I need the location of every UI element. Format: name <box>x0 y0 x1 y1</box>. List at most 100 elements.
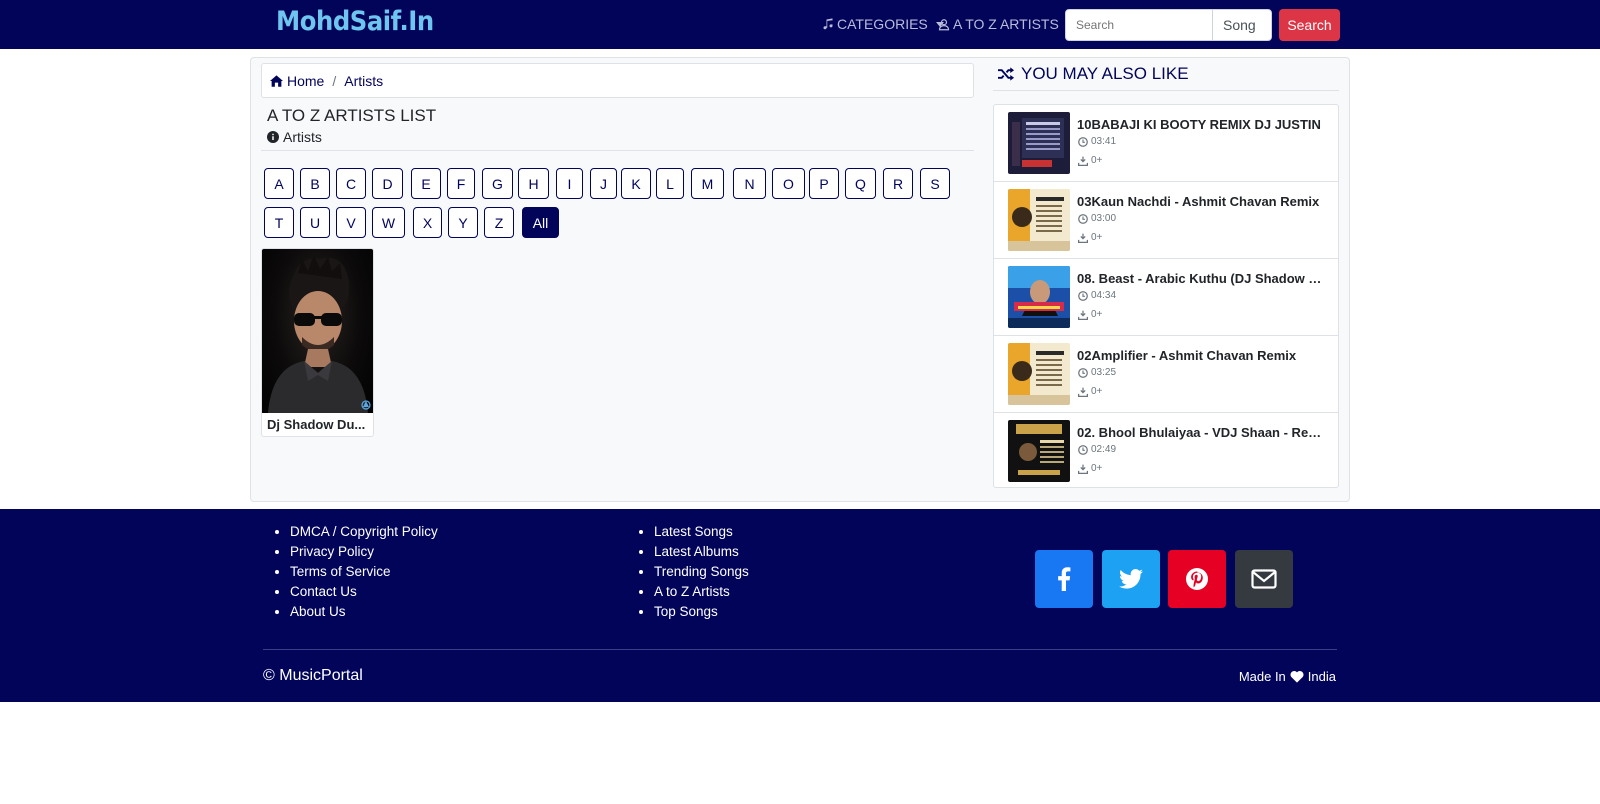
brand-logo[interactable]: MohdSaif.In <box>276 6 434 37</box>
footer-link[interactable]: Privacy Policy <box>290 542 438 562</box>
letter-filter-k[interactable]: K <box>621 168 651 199</box>
breadcrumb: Home / Artists <box>261 63 974 98</box>
song-title: 08. Beast - Arabic Kuthu (DJ Shadow Duba… <box>1077 271 1329 286</box>
letter-filter-d[interactable]: D <box>372 168 403 199</box>
sidebar-title: YOU MAY ALSO LIKE <box>998 64 1189 84</box>
letter-filter-t[interactable]: T <box>264 207 294 238</box>
nav-artists-label: A TO Z ARTISTS <box>953 16 1059 32</box>
nav-categories-label: CATEGORIES <box>837 16 928 32</box>
letter-filter-j[interactable]: J <box>590 168 617 199</box>
song-duration-text: 04:34 <box>1091 290 1117 301</box>
letter-filter-y[interactable]: Y <box>448 207 478 238</box>
letter-filter-h[interactable]: H <box>518 168 549 199</box>
song-title: 02. Bhool Bhulaiyaa - VDJ Shaan - Remix <box>1077 425 1329 440</box>
info-circle-icon <box>267 131 279 143</box>
page-title: A TO Z ARTISTS LIST <box>267 106 437 125</box>
made-in-prefix: Made In <box>1238 669 1286 684</box>
song-list-item[interactable]: 08. Beast - Arabic Kuthu (DJ Shadow Duba… <box>994 259 1338 336</box>
song-duration: 03:00 <box>1078 213 1116 224</box>
song-list-item[interactable]: 10BABAJI KI BOOTY REMIX DJ JUSTIN 03:41 … <box>994 105 1338 182</box>
letter-filter-g[interactable]: G <box>482 168 513 199</box>
letter-filter-m[interactable]: M <box>691 168 724 199</box>
letter-filter-x[interactable]: X <box>413 207 442 238</box>
nav-categories-dropdown[interactable]: CATEGORIES <box>822 16 944 32</box>
download-icon <box>1078 310 1088 320</box>
letter-filter-all[interactable]: All <box>522 207 559 238</box>
letter-filter-c[interactable]: C <box>336 168 366 199</box>
song-downloads-text: 0+ <box>1091 463 1103 474</box>
letter-filter-f[interactable]: F <box>447 168 475 199</box>
footer-link[interactable]: Top Songs <box>654 602 749 622</box>
song-downloads-text: 0+ <box>1091 232 1103 243</box>
song-list-item[interactable]: 02Amplifier - Ashmit Chavan Remix 03:25 … <box>994 336 1338 413</box>
clock-icon <box>1078 136 1088 147</box>
letter-filter-b[interactable]: B <box>300 168 330 199</box>
footer-link[interactable]: Terms of Service <box>290 562 438 582</box>
song-duration: 03:25 <box>1078 367 1116 378</box>
search-type-select[interactable]: Song <box>1212 9 1272 41</box>
sidebar-divider <box>993 90 1339 91</box>
search-input[interactable] <box>1065 9 1213 41</box>
letter-filter-i[interactable]: I <box>556 168 583 199</box>
page-subtitle-text: Artists <box>283 129 322 145</box>
breadcrumb-separator: / <box>332 72 337 89</box>
footer-link[interactable]: Latest Songs <box>654 522 749 542</box>
footer-link[interactable]: A to Z Artists <box>654 582 749 602</box>
letter-filter-p[interactable]: P <box>809 168 839 199</box>
song-list-item[interactable]: 03Kaun Nachdi - Ashmit Chavan Remix 03:0… <box>994 182 1338 259</box>
letter-filter-v[interactable]: V <box>336 207 366 238</box>
footer-copyright: © MusicPortal <box>263 667 363 684</box>
user-icon <box>938 18 950 30</box>
made-in-suffix: India <box>1307 669 1336 684</box>
artist-card[interactable]: Dj Shadow Du... <box>261 248 374 437</box>
footer-link[interactable]: Latest Albums <box>654 542 749 562</box>
song-downloads: 0+ <box>1078 386 1102 397</box>
song-duration-text: 02:49 <box>1091 444 1117 455</box>
letter-filter-l[interactable]: L <box>656 168 684 199</box>
breadcrumb-home-link[interactable]: Home <box>287 73 324 89</box>
facebook-icon <box>1058 567 1071 591</box>
pinterest-icon <box>1186 568 1208 590</box>
artist-photo-illustration <box>268 255 371 413</box>
letter-filter-s[interactable]: S <box>920 168 950 199</box>
footer-link[interactable]: Contact Us <box>290 582 438 602</box>
clock-icon <box>1078 213 1088 224</box>
letter-filter-a[interactable]: A <box>264 168 294 199</box>
letter-filter-z[interactable]: Z <box>484 207 514 238</box>
footer-link[interactable]: Trending Songs <box>654 562 749 582</box>
twitter-share-button[interactable] <box>1102 550 1160 608</box>
song-duration: 03:41 <box>1078 136 1116 147</box>
breadcrumb-current: Artists <box>344 72 384 89</box>
title-divider <box>261 150 974 151</box>
letter-filter-u[interactable]: U <box>300 207 330 238</box>
letter-filter-e[interactable]: E <box>411 168 441 199</box>
letter-filter-r[interactable]: R <box>883 168 913 199</box>
clock-icon <box>1078 367 1088 378</box>
email-share-button[interactable] <box>1235 550 1293 608</box>
song-cover <box>1008 189 1070 251</box>
facebook-share-button[interactable] <box>1035 550 1093 608</box>
letter-filter-n[interactable]: N <box>733 168 766 199</box>
page-subtitle: Artists <box>267 129 322 145</box>
footer-link[interactable]: About Us <box>290 602 438 622</box>
song-downloads-text: 0+ <box>1091 386 1103 397</box>
song-duration: 02:49 <box>1078 444 1116 455</box>
song-downloads-text: 0+ <box>1091 309 1103 320</box>
download-icon <box>1078 387 1088 397</box>
pinterest-share-button[interactable] <box>1168 550 1226 608</box>
song-list-item[interactable]: 02. Bhool Bhulaiyaa - VDJ Shaan - Remix … <box>994 413 1338 490</box>
letter-filter-w[interactable]: W <box>372 207 405 238</box>
heart-icon <box>1290 671 1304 683</box>
letter-filter-q[interactable]: Q <box>845 168 876 199</box>
song-title: 03Kaun Nachdi - Ashmit Chavan Remix <box>1077 194 1320 209</box>
footer-policy-links: DMCA / Copyright Policy Privacy Policy T… <box>290 522 438 622</box>
footer-link[interactable]: DMCA / Copyright Policy <box>290 522 438 542</box>
nav-a-to-z-artists[interactable]: A TO Z ARTISTS <box>938 16 1059 32</box>
search-button[interactable]: Search <box>1279 9 1340 41</box>
clock-icon <box>1078 444 1088 455</box>
song-downloads: 0+ <box>1078 463 1102 474</box>
letter-filter-o[interactable]: O <box>772 168 805 199</box>
top-navbar: MohdSaif.In CATEGORIES A TO Z ARTISTS So… <box>0 0 1600 49</box>
song-cover <box>1008 343 1070 405</box>
sidebar-title-text: YOU MAY ALSO LIKE <box>1021 64 1189 83</box>
